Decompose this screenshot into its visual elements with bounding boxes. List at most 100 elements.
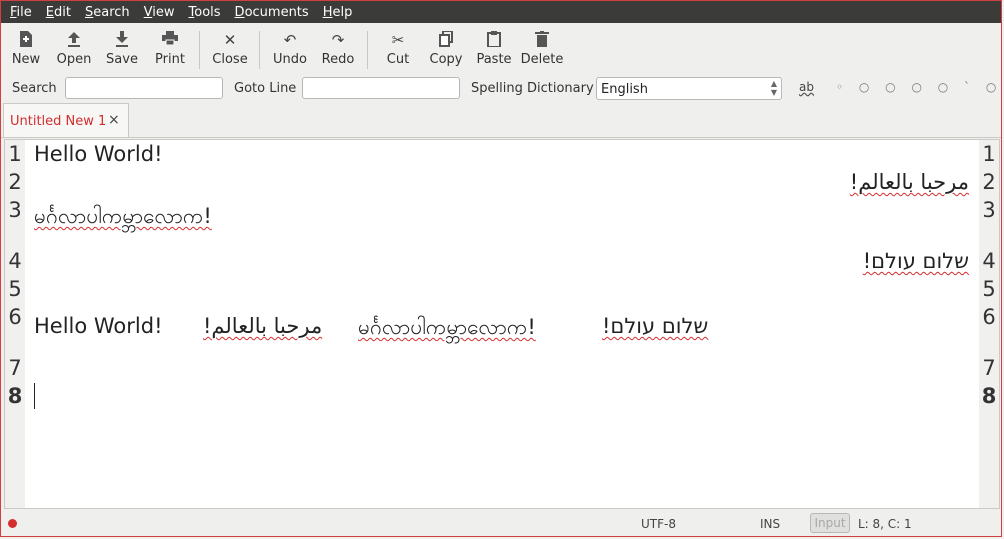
menu-edit-rest: dit xyxy=(54,4,71,20)
line-number: 5 xyxy=(982,277,996,301)
spelling-dictionary-label: Spelling Dictionary xyxy=(471,81,594,96)
save-arrow-icon xyxy=(97,31,147,49)
search-input[interactable] xyxy=(65,77,223,99)
menu-search-accel: S xyxy=(84,4,94,20)
line-number: 5 xyxy=(8,277,22,301)
paste-button-label: Paste xyxy=(476,52,512,67)
line-number-current: 8 xyxy=(981,384,997,408)
new-document-icon xyxy=(1,31,51,49)
text-line-4: שלום עולם! xyxy=(862,249,969,273)
tab-untitled-new-1[interactable]: Untitled New 1 × xyxy=(3,103,129,137)
line-number-gutter-right: 1 2 3 4 5 6 7 8 xyxy=(979,140,999,508)
tab-close-icon[interactable]: × xyxy=(108,112,120,128)
menu-tools[interactable]: Tools xyxy=(180,5,226,20)
text-line-1: Hello World! xyxy=(34,142,163,166)
cursor-position-status: L: 8, C: 1 xyxy=(858,517,912,531)
toolbar-separator xyxy=(367,31,368,69)
line-number: 1 xyxy=(982,142,996,166)
menu-edit-accel: E xyxy=(45,4,54,20)
menu-help[interactable]: Help xyxy=(314,5,358,20)
close-button[interactable]: ✕ Close xyxy=(205,31,255,67)
goto-line-input[interactable] xyxy=(302,77,460,99)
text-line-6-myanmar: မင်္ဂလာပါကမ္ဘာလောက! xyxy=(358,315,536,339)
text-line-6-arabic: مرحبا بالعالم! xyxy=(203,314,323,338)
copy-button[interactable]: Copy xyxy=(421,30,471,67)
menu-edit[interactable]: Edit xyxy=(37,5,76,20)
menu-help-rest: elp xyxy=(332,4,353,20)
modified-indicator-icon xyxy=(8,519,17,528)
cut-button[interactable]: ✂ Cut xyxy=(373,31,423,67)
delete-button[interactable]: Delete xyxy=(517,31,567,67)
search-bar: Search Goto Line Spelling Dictionary Eng… xyxy=(1,75,1004,103)
line-number: 6 xyxy=(8,305,22,329)
save-button-label: Save xyxy=(106,52,138,67)
redo-button[interactable]: ↷ Redo xyxy=(313,31,363,67)
text-line-6-hebrew: שלום עולם! xyxy=(602,314,709,338)
menu-bar: File Edit Search View Tools Documents He… xyxy=(1,1,1001,23)
menu-tools-rest: ools xyxy=(194,4,221,20)
line-number: 4 xyxy=(8,249,22,273)
new-button-label: New xyxy=(11,52,41,67)
input-glyphs: ◦ ○ ○ ○ ○ ` ○ ~ xyxy=(836,80,1004,94)
open-button-label: Open xyxy=(56,52,92,67)
menu-view-accel: V xyxy=(143,4,153,20)
line-number: 6 xyxy=(982,305,996,329)
menu-file[interactable]: File xyxy=(1,5,37,20)
copy-button-label: Copy xyxy=(429,52,463,67)
menu-search[interactable]: Search xyxy=(76,5,135,20)
new-button[interactable]: New xyxy=(1,31,51,67)
line-number: 2 xyxy=(8,170,22,194)
menu-documents-accel: D xyxy=(234,4,245,20)
status-bar: UTF-8 INS Input L: 8, C: 1 xyxy=(1,510,1001,537)
redo-button-label: Redo xyxy=(321,52,355,67)
line-number: 2 xyxy=(982,170,996,194)
copy-icon xyxy=(421,30,471,49)
spelling-dictionary-select[interactable]: English ▲ ▼ xyxy=(596,77,782,100)
printer-icon xyxy=(145,31,195,49)
undo-button-label: Undo xyxy=(273,52,307,67)
menu-help-accel: H xyxy=(322,4,333,20)
tab-title: Untitled New 1 xyxy=(10,114,107,129)
spin-arrows-icon[interactable]: ▲ ▼ xyxy=(771,79,777,97)
delete-button-label: Delete xyxy=(520,52,564,67)
print-button-label: Print xyxy=(155,52,185,67)
search-label: Search xyxy=(12,81,57,96)
menu-documents[interactable]: Documents xyxy=(226,5,314,20)
open-arrow-icon xyxy=(49,31,99,49)
open-button[interactable]: Open xyxy=(49,31,99,67)
save-button[interactable]: Save xyxy=(97,31,147,67)
trash-icon xyxy=(517,31,567,49)
input-method-badge: Input xyxy=(810,513,850,533)
line-number-gutter-left: 1 2 3 4 5 6 7 8 xyxy=(5,140,25,508)
close-icon: ✕ xyxy=(223,31,237,49)
spell-check-icon[interactable]: ab xyxy=(799,80,814,94)
text-editor[interactable]: 1 2 3 4 5 6 7 8 1 2 3 4 5 6 7 8 Hello Wo… xyxy=(4,139,1000,509)
close-button-label: Close xyxy=(212,52,248,67)
toolbar-separator xyxy=(259,31,260,69)
cut-button-label: Cut xyxy=(386,52,410,67)
line-number: 7 xyxy=(8,356,22,380)
goto-line-label: Goto Line xyxy=(234,81,297,96)
undo-button[interactable]: ↶ Undo xyxy=(265,31,315,67)
line-number: 1 xyxy=(8,142,22,166)
menu-file-rest: ile xyxy=(16,4,32,20)
redo-icon: ↷ xyxy=(331,31,345,49)
spelling-dictionary-value: English xyxy=(601,82,648,97)
tab-bar: Untitled New 1 × xyxy=(1,103,1001,138)
menu-view[interactable]: View xyxy=(135,5,180,20)
paste-button[interactable]: Paste xyxy=(469,31,519,67)
text-line-2: مرحبا بالعالم! xyxy=(849,170,969,194)
toolbar-separator xyxy=(199,31,200,69)
insert-mode-status: INS xyxy=(760,517,781,531)
menu-view-rest: iew xyxy=(152,4,175,20)
scissors-icon: ✂ xyxy=(391,31,405,49)
menu-search-rest: earch xyxy=(93,4,130,20)
line-number: 3 xyxy=(982,198,996,222)
menu-documents-rest: ocuments xyxy=(244,4,309,20)
toolbar: New Open Save Print ✕ Close ↶ Undo ↷ Red… xyxy=(1,23,1001,75)
text-line-6-english: Hello World! xyxy=(34,314,163,338)
text-line-3: မင်္ဂလာပါကမ္ဘာလောက! xyxy=(34,204,212,228)
line-number: 4 xyxy=(982,249,996,273)
line-number-current: 8 xyxy=(7,384,23,408)
print-button[interactable]: Print xyxy=(145,31,195,67)
